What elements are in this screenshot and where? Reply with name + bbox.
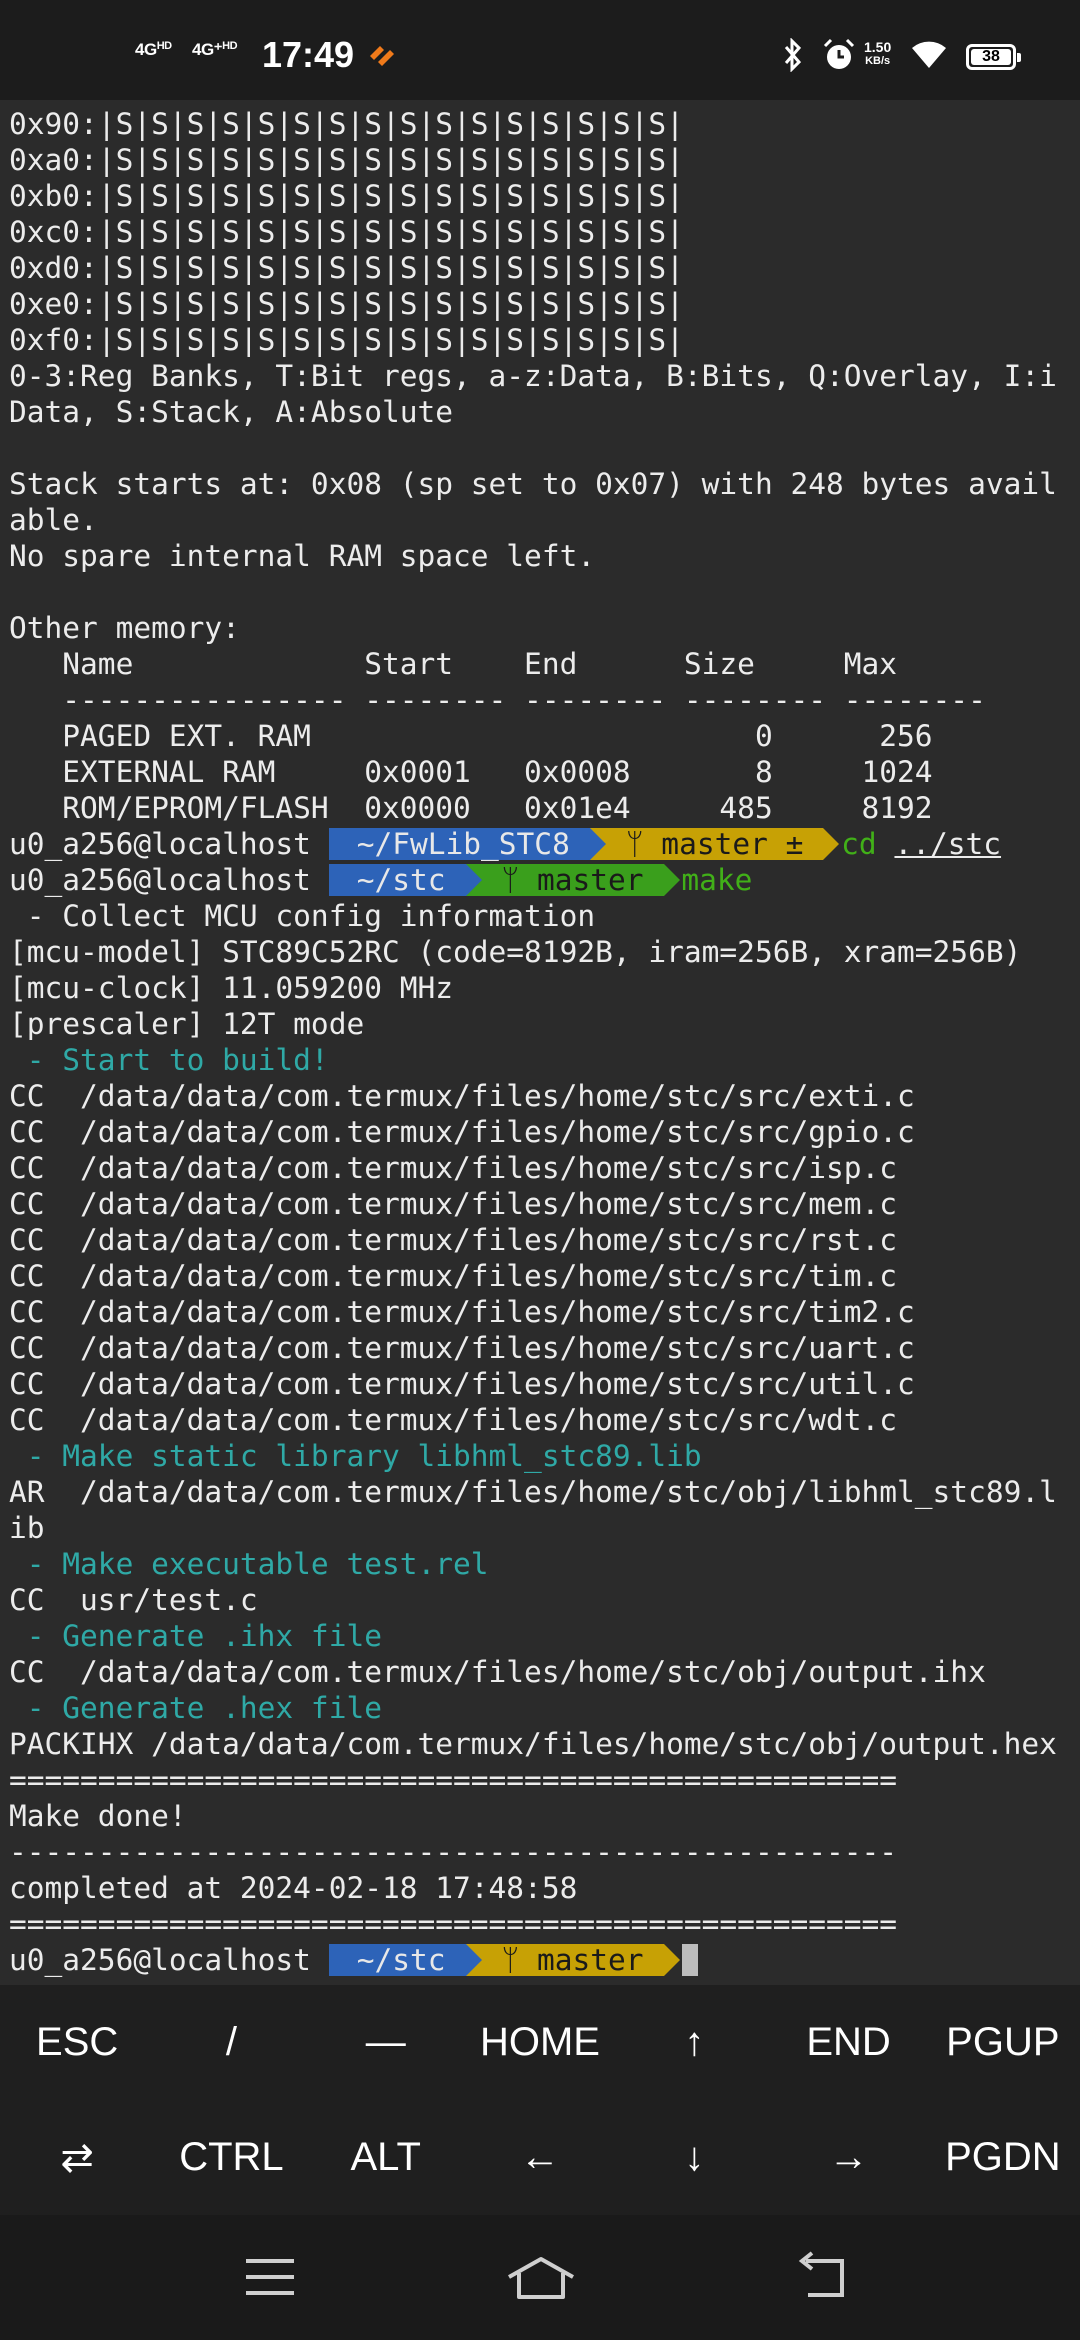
terminal-line: PAGED EXT. RAM 0 256	[9, 719, 933, 753]
menu-icon[interactable]	[240, 2247, 300, 2307]
terminal-line: 0xb0:|S|S|S|S|S|S|S|S|S|S|S|S|S|S|S|S|	[9, 179, 684, 213]
text-cursor	[681, 1944, 698, 1976]
network-speed: 1.50 KB/s	[864, 39, 892, 67]
terminal-line: [prescaler] 12T mode	[9, 1007, 365, 1041]
alarm-icon	[823, 38, 855, 69]
terminal-line: EXTERNAL RAM 0x0001 0x0008 8 1024	[9, 755, 933, 789]
page-up-key[interactable]: PGUP	[926, 1985, 1080, 2100]
terminal-line: 0xe0:|S|S|S|S|S|S|S|S|S|S|S|S|S|S|S|S|	[9, 287, 684, 321]
terminal-line: Data, S:Stack, A:Absolute	[9, 395, 454, 429]
terminal-line: ========================================…	[9, 1907, 898, 1941]
status-bar: 4GHD 4G⁺HD 17:49 1.50 KB/s 38	[0, 0, 1080, 100]
slash-key[interactable]: /	[154, 1985, 308, 2100]
terminal-line: able.	[9, 503, 98, 537]
clock: 17:49	[262, 34, 355, 75]
prompt-user: u0_a256@localhost	[9, 863, 311, 897]
signal-4g-hd-2: 4G⁺HD	[192, 40, 238, 59]
prompt-command: make	[681, 863, 753, 897]
wifi-icon	[912, 41, 946, 68]
prompt-user: u0_a256@localhost	[9, 827, 311, 861]
home-icon[interactable]	[505, 2247, 577, 2307]
terminal-line: CC /data/data/com.termux/files/home/stc/…	[9, 1187, 898, 1221]
terminal-line: CC /data/data/com.termux/files/home/stc/…	[9, 1079, 915, 1113]
ctrl-key[interactable]: CTRL	[154, 2100, 308, 2215]
navigation-bar	[0, 2215, 1080, 2340]
terminal-line: CC /data/data/com.termux/files/home/stc/…	[9, 1367, 915, 1401]
terminal-line: CC /data/data/com.termux/files/home/stc/…	[9, 1403, 898, 1437]
prompt-line: u0_a256@localhost ~/stc ᛘ master make	[9, 862, 1080, 898]
terminal-line: CC /data/data/com.termux/files/home/stc/…	[9, 1295, 915, 1329]
terminal-line: Stack starts at: 0x08 (sp set to 0x07) w…	[9, 467, 1057, 501]
alt-key[interactable]: ALT	[309, 2100, 463, 2215]
prompt-user: u0_a256@localhost	[9, 1943, 311, 1977]
terminal-line: AR /data/data/com.termux/files/home/stc/…	[9, 1475, 1057, 1509]
memory-map-output: 0x90:|S|S|S|S|S|S|S|S|S|S|S|S|S|S|S|S| 0x…	[9, 106, 1080, 826]
terminal-line: 0xd0:|S|S|S|S|S|S|S|S|S|S|S|S|S|S|S|S|	[9, 251, 684, 285]
terminal-line: ---------------- -------- -------- -----…	[9, 683, 986, 717]
tab-key[interactable]: ⇄	[0, 2100, 154, 2215]
build-step-heading: - Generate .ihx file	[9, 1619, 382, 1653]
terminal-line: ========================================…	[9, 1763, 898, 1797]
build-step-heading: - Make static library libhml_stc89.lib	[9, 1439, 702, 1473]
extra-keys-bar: ESC / — HOME ↑ END PGUP ⇄ CTRL ALT ← ↓ → PGDN	[0, 1985, 1080, 2215]
prompt-branch-segment: ᛘ master	[465, 1944, 680, 1976]
prompt-path-segment: ~/stc	[328, 864, 482, 896]
prompt-path-segment: ~/stc	[328, 1944, 482, 1976]
terminal-line: ROM/EPROM/FLASH 0x0000 0x01e4 485 8192	[9, 791, 933, 825]
terminal-line: ----------------------------------------…	[9, 1835, 898, 1869]
prompt-command: cd	[841, 827, 877, 861]
prompt-branch-segment: ᛘ master	[465, 864, 680, 896]
terminal-line: Other memory:	[9, 611, 240, 645]
terminal-line: CC /data/data/com.termux/files/home/stc/…	[9, 1331, 915, 1365]
back-icon[interactable]	[792, 2247, 852, 2307]
terminal-line: ib	[9, 1511, 45, 1545]
prompt-argument: ../stc	[894, 827, 1002, 861]
terminal-line: CC /data/data/com.termux/files/home/stc/…	[9, 1259, 898, 1293]
terminal-line: No spare internal RAM space left.	[9, 539, 596, 573]
build-step-heading: - Start to build!	[9, 1043, 329, 1077]
terminal-line: [mcu-clock] 11.059200 MHz	[9, 971, 454, 1005]
brand-notification-icon	[370, 46, 394, 66]
terminal-line: 0-3:Reg Banks, T:Bit regs, a-z:Data, B:B…	[9, 359, 1057, 393]
dash-key[interactable]: —	[309, 1985, 463, 2100]
build-step-heading: - Generate .hex file	[9, 1691, 382, 1725]
terminal-line: - Collect MCU config information	[9, 899, 596, 933]
terminal-line: Make done!	[9, 1799, 187, 1833]
terminal-line: 0xc0:|S|S|S|S|S|S|S|S|S|S|S|S|S|S|S|S|	[9, 215, 684, 249]
prompt-branch-segment: ᛘ master ±	[589, 828, 840, 860]
terminal-line: CC /data/data/com.termux/files/home/stc/…	[9, 1223, 898, 1257]
terminal-line: PACKIHX /data/data/com.termux/files/home…	[9, 1727, 1057, 1761]
terminal-line: Name Start End Size Max	[9, 647, 898, 681]
arrow-left-key[interactable]: ←	[463, 2100, 617, 2215]
terminal-line: CC /data/data/com.termux/files/home/stc/…	[9, 1655, 986, 1689]
build-step-heading: - Make executable test.rel	[9, 1547, 489, 1581]
build-output: - Collect MCU config information [mcu-mod…	[9, 898, 1080, 1942]
arrow-right-key[interactable]: →	[771, 2100, 925, 2215]
terminal-line: [mcu-model] STC89C52RC (code=8192B, iram…	[9, 935, 1022, 969]
signal-4g-hd-1: 4GHD	[135, 40, 172, 59]
page-down-key[interactable]: PGDN	[926, 2100, 1080, 2215]
terminal-line: CC /data/data/com.termux/files/home/stc/…	[9, 1115, 915, 1149]
terminal-line: CC /data/data/com.termux/files/home/stc/…	[9, 1151, 898, 1185]
terminal-line: 0x90:|S|S|S|S|S|S|S|S|S|S|S|S|S|S|S|S|	[9, 107, 684, 141]
terminal-line: completed at 2024-02-18 17:48:58	[9, 1871, 578, 1905]
terminal-line: 0xf0:|S|S|S|S|S|S|S|S|S|S|S|S|S|S|S|S|	[9, 323, 684, 357]
prompt-line-current[interactable]: u0_a256@localhost ~/stc ᛘ master	[9, 1942, 1080, 1978]
arrow-down-key[interactable]: ↓	[617, 2100, 771, 2215]
battery-indicator: 38	[966, 44, 1021, 70]
esc-key[interactable]: ESC	[0, 1985, 154, 2100]
terminal-line: CC usr/test.c	[9, 1583, 258, 1617]
home-key[interactable]: HOME	[463, 1985, 617, 2100]
end-key[interactable]: END	[771, 1985, 925, 2100]
prompt-line: u0_a256@localhost ~/FwLib_STC8 ᛘ master ±…	[9, 826, 1080, 862]
terminal-output[interactable]: 0x90:|S|S|S|S|S|S|S|S|S|S|S|S|S|S|S|S| 0x…	[0, 100, 1080, 1985]
terminal-line: 0xa0:|S|S|S|S|S|S|S|S|S|S|S|S|S|S|S|S|	[9, 143, 684, 177]
prompt-path-segment: ~/FwLib_STC8	[328, 828, 606, 860]
bluetooth-icon	[784, 38, 802, 72]
arrow-up-key[interactable]: ↑	[617, 1985, 771, 2100]
